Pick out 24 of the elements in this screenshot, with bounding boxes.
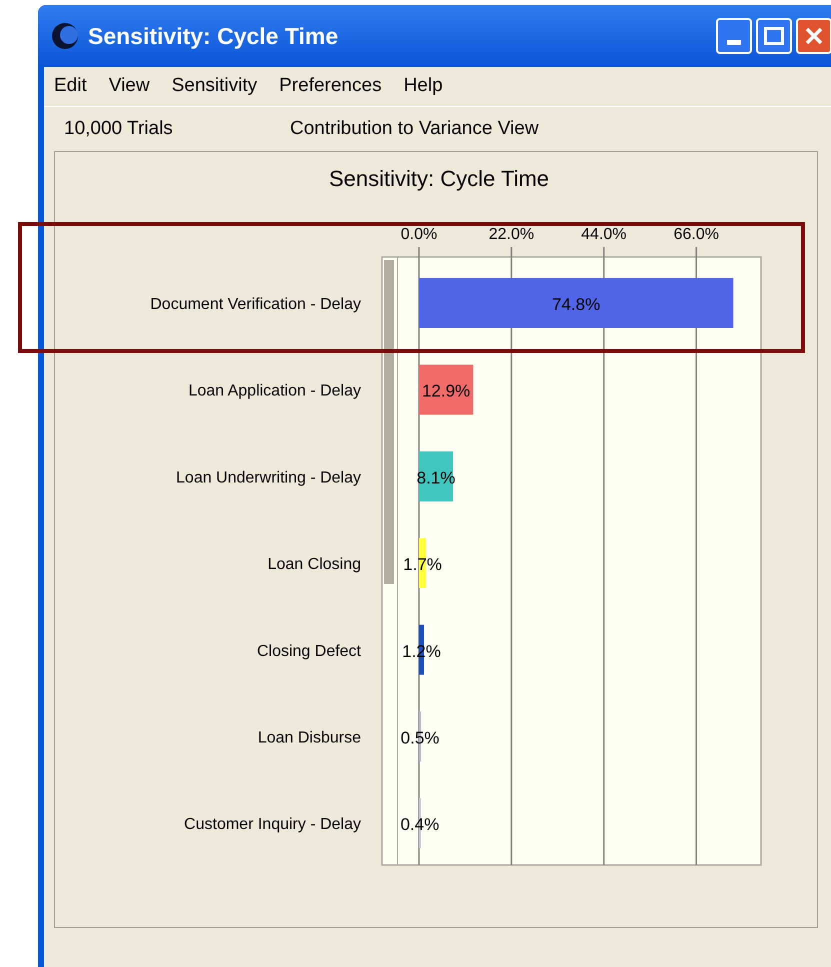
view-name: Contribution to Variance View xyxy=(290,116,539,141)
value-label: 0.4% xyxy=(400,815,440,834)
window-title: Sensitivity: Cycle Time xyxy=(88,22,338,51)
trials-count: 10,000 Trials xyxy=(64,116,174,141)
value-label: 0.5% xyxy=(400,728,440,748)
menu-item[interactable]: Edit xyxy=(54,72,87,101)
value-label: 12.9% xyxy=(422,382,470,401)
category-label: Customer Inquiry - Delay xyxy=(184,816,361,834)
category-label: Loan Application - Delay xyxy=(188,382,361,400)
tick-label: 22.0% xyxy=(488,226,534,243)
menu-item[interactable]: Sensitivity xyxy=(172,72,258,101)
category-label: Loan Closing xyxy=(268,556,361,574)
menu-item[interactable]: Help xyxy=(404,72,443,101)
tick-label: 0.0% xyxy=(400,226,438,243)
menu-item[interactable]: Preferences xyxy=(279,72,382,101)
value-label: 74.8% xyxy=(552,295,600,314)
menu-item[interactable]: View xyxy=(108,72,150,101)
category-label: Loan Disburse xyxy=(258,730,361,746)
tick-label: 66.0% xyxy=(674,226,719,243)
category-label: Closing Defect xyxy=(256,642,361,660)
chart-title: Sensitivity: Cycle Time xyxy=(328,166,550,191)
category-label: Loan Underwriting - Delay xyxy=(176,469,361,486)
tick-label: 44.0% xyxy=(581,226,627,243)
category-label: Document Verification - Delay xyxy=(150,296,361,313)
